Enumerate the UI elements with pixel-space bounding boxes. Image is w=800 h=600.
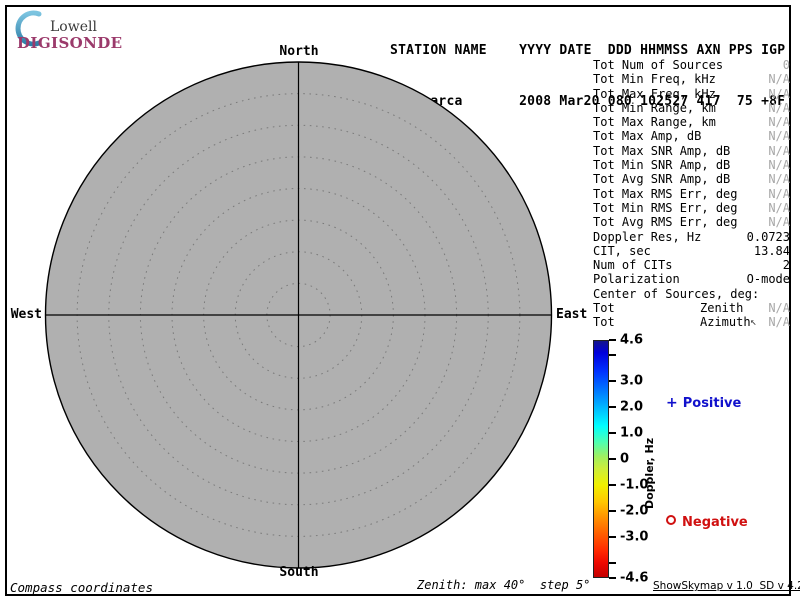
colorbar-tick [609,483,616,486]
stat-row: Tot Num of Sources 0 [593,58,790,72]
stat-label: Tot Min SNR Amp, dB [593,158,731,173]
stat-row: Tot Max Range, km N/A [593,115,790,129]
stat-row: Tot Max Freq, kHz N/A [593,87,790,101]
colorbar-tick-label: 0 [620,451,630,467]
colorbar-tick-label: -3.0 [620,529,649,545]
stat-value: 13.84 [753,243,790,258]
stat-row: Tot Min Freq, kHz N/A [593,72,790,86]
colorbar-tick [609,380,616,383]
colorbar-tick-label: 1.0 [620,425,644,441]
stat-row: Tot Avg RMS Err, deg N/A [593,215,790,229]
stat-label: Tot Max SNR Amp, dB [593,143,731,158]
stat-value: N/A [768,158,790,173]
stat-label: Num of CITs [593,258,673,273]
stat-value: N/A [768,86,790,101]
stat-row: Tot Avg SNR Amp, dB N/A [593,172,790,186]
stat-row: Tot Min RMS Err, deg N/A [593,201,790,215]
stat-row: Tot Azimuth ↖ N/A [593,315,790,329]
stat-row: CIT, sec 13.84 [593,244,790,258]
stat-row: Tot Min SNR Amp, dB N/A [593,158,790,172]
logo-lowell-text: Lowell [50,19,97,35]
stat-label: Tot Avg RMS Err, deg [593,215,738,230]
stat-label: Tot Max RMS Err, deg [593,186,738,201]
colorbar-tick-label: 4.6 [620,332,644,348]
lowell-digisonde-logo: Lowell DIGISONDE [10,7,130,52]
stat-value: N/A [768,72,790,87]
stat-label: CIT, sec [593,243,651,258]
compass-label-south: South [279,565,319,580]
stat-row: Tot Max Amp, dB N/A [593,129,790,143]
colorbar-tick [609,354,616,357]
stat-value: N/A [768,143,790,158]
stat-label: Center of Sources, deg: [593,286,760,301]
stat-mid-label: Azimuth [700,315,751,330]
stat-label: Tot Num of Sources [593,58,724,72]
version-label: ShowSkymap v 1.0 SD v 4.2 [653,580,800,592]
colorbar-tick [609,577,616,579]
coordinates-mode-label: Compass coordinates [10,580,153,595]
logo-digisonde-text: DIGISONDE [17,34,123,52]
stat-value: 0 [782,58,790,72]
legend-positive: + Positive [666,395,741,411]
colorbar-tick [609,509,616,512]
stat-row: Center of Sources, deg: [593,287,790,301]
colorbar-tick-label: 2.0 [620,399,644,415]
colorbar-tick [609,535,616,538]
stat-mid-label: Zenith [700,301,744,316]
stat-value: N/A [768,100,790,115]
colorbar-tick [609,561,616,564]
stat-value: N/A [768,186,790,201]
skymap-grid [44,61,553,569]
colorbar-tick-label: 3.0 [620,373,644,389]
stat-label: Tot [593,315,615,330]
stat-value: 2 [782,258,790,273]
legend-negative-label: Negative [682,515,748,530]
colorbar-tick [609,432,616,435]
plus-marker-icon: + [666,395,678,411]
stats-panel: Tot Num of Sources 0 Tot Min Freq, kHz N/A T… [593,58,790,330]
stat-row: Tot Max SNR Amp, dB N/A [593,144,790,158]
stat-value: N/A [768,301,790,316]
stat-row: Num of CITs 2 [593,258,790,272]
colorbar-title: Doppler, Hz [643,437,656,509]
stat-label: Tot [593,301,615,316]
legend-positive-label: Positive [682,396,742,411]
stat-value: N/A [768,129,790,144]
stat-value: N/A [768,215,790,230]
legend-negative: Negative [666,515,748,530]
stat-value: N/A [768,315,790,330]
stat-row: Tot Zenith N/A [593,301,790,315]
stat-label: Doppler Res, Hz [593,229,702,244]
colorbar-tick [609,339,616,341]
stat-value: O-mode [746,272,790,287]
stat-label: Tot Max Amp, dB [593,129,702,144]
stat-label: Tot Min Freq, kHz [593,72,716,87]
stat-label: Tot Avg SNR Amp, dB [593,172,731,187]
stat-label: Polarization [593,272,680,287]
circle-marker-icon [666,515,676,525]
stat-label: Tot Max Range, km [593,115,716,130]
doppler-colorbar [593,340,609,578]
compass-label-north: North [279,44,319,59]
colorbar-tick [609,406,616,409]
colorbar-tick [609,458,616,460]
mouse-cursor-icon: ↖ [750,315,757,329]
colorbar-ticks [609,339,617,579]
stat-label: Tot Min Range, km [593,100,716,115]
zenith-scale-label: Zenith: max 40° step 5° [417,578,591,592]
stat-label: Tot Max Freq, kHz [593,86,716,101]
stat-row: Tot Min Range, km N/A [593,101,790,115]
compass-label-west: West [10,307,42,322]
stat-value: N/A [768,200,790,215]
stat-value: N/A [768,172,790,187]
stat-value: 0.0723 [746,229,790,244]
stat-value: N/A [768,115,790,130]
stat-row: Polarization O-mode [593,272,790,286]
colorbar-tick-label: -4.6 [620,570,649,586]
stat-row: Tot Max RMS Err, deg N/A [593,187,790,201]
stat-label: Tot Min RMS Err, deg [593,200,738,215]
stat-row: Doppler Res, Hz 0.0723 [593,230,790,244]
